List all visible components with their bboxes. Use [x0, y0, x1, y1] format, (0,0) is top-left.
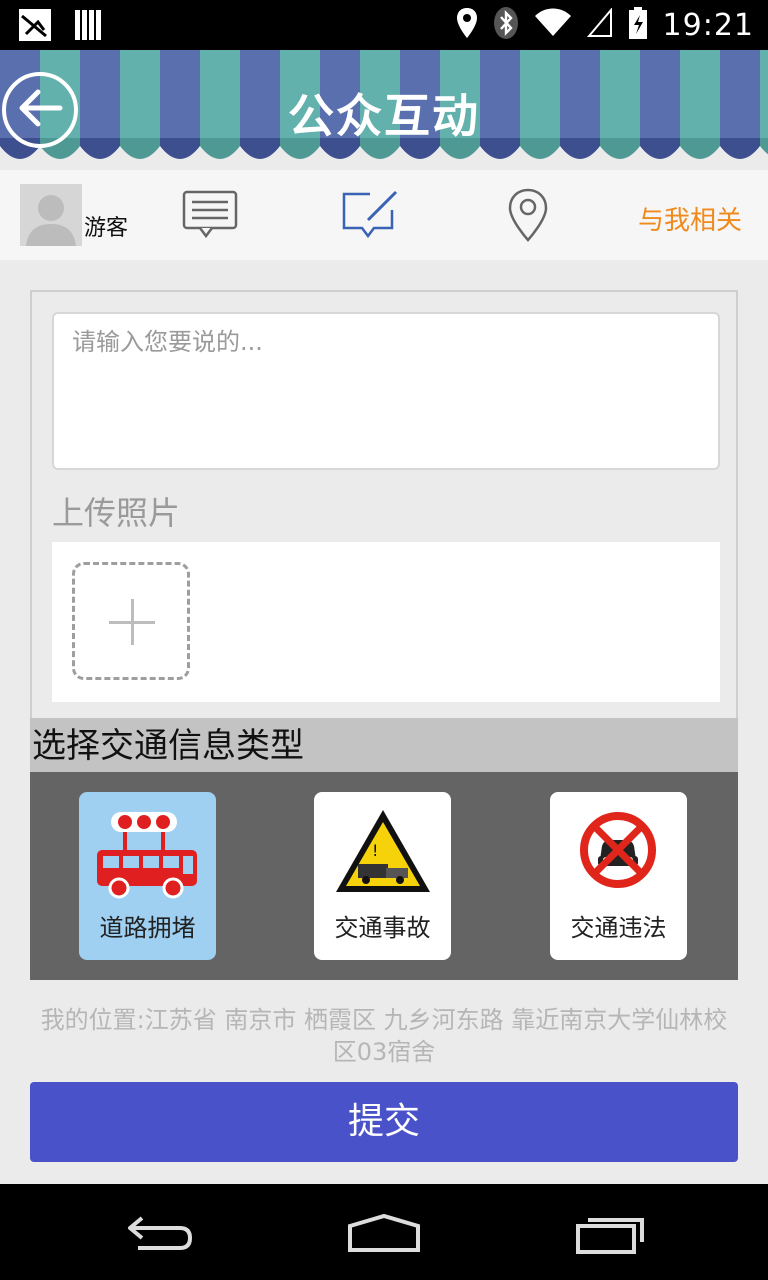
location-pin-icon [455, 6, 479, 44]
traffic-type-heading: 选择交通信息类型 [30, 718, 738, 772]
upload-photo-label: 上传照片 [52, 494, 181, 532]
recents-nav-icon [574, 1218, 646, 1260]
tab-messages[interactable] [182, 188, 238, 244]
header-bar: 公众互动 [0, 50, 768, 170]
back-nav-icon [124, 1216, 194, 1260]
traffic-type-panel: 道路拥堵 ! 交通事故 交通违法 [30, 772, 738, 980]
tab-location[interactable] [506, 188, 550, 246]
system-nav-bar [0, 1184, 768, 1280]
battery-charging-icon [627, 6, 649, 44]
current-location-text: 我的位置:江苏省 南京市 栖霞区 九乡河东路 靠近南京大学仙林校区03宿舍 [40, 1006, 728, 1066]
home-nav-icon [346, 1213, 422, 1260]
traffic-type-label: 交通事故 [334, 914, 431, 942]
message-input[interactable] [72, 322, 700, 460]
photo-upload-area [52, 542, 720, 702]
notification-app-icon [18, 8, 52, 46]
add-photo-button[interactable] [72, 562, 190, 680]
nav-back-button[interactable] [124, 1212, 194, 1260]
bluetooth-icon [493, 6, 519, 44]
status-bar: 19:21 [0, 0, 768, 50]
tab-related-to-me[interactable]: 与我相关 [638, 200, 742, 237]
location-marker-icon [506, 188, 550, 246]
page-title: 公众互动 [288, 89, 480, 143]
svg-text:!: ! [372, 841, 378, 860]
user-name: 游客 [84, 216, 129, 241]
tab-compose[interactable] [340, 188, 400, 244]
nav-recents-button[interactable] [574, 1212, 646, 1260]
status-time: 19:21 [662, 7, 754, 43]
tab-bar: 游客 与我相关 [0, 170, 768, 260]
traffic-type-accident[interactable]: ! 交通事故 [314, 792, 451, 960]
traffic-type-label: 道路拥堵 [99, 914, 196, 942]
avatar[interactable] [20, 184, 82, 246]
signal-bars-icon [74, 8, 102, 46]
traffic-type-violation[interactable]: 交通违法 [550, 792, 687, 960]
wifi-icon [533, 8, 573, 42]
nav-home-button[interactable] [346, 1212, 422, 1260]
traffic-type-label: 交通违法 [570, 914, 667, 942]
compose-icon [340, 190, 400, 244]
submit-button[interactable]: 提交 [30, 1082, 738, 1162]
message-input-box[interactable] [52, 312, 720, 470]
cellular-signal-icon [586, 7, 613, 42]
traffic-type-congestion[interactable]: 道路拥堵 [79, 792, 216, 960]
post-form: 上传照片 [30, 290, 738, 720]
message-list-icon [182, 190, 238, 244]
